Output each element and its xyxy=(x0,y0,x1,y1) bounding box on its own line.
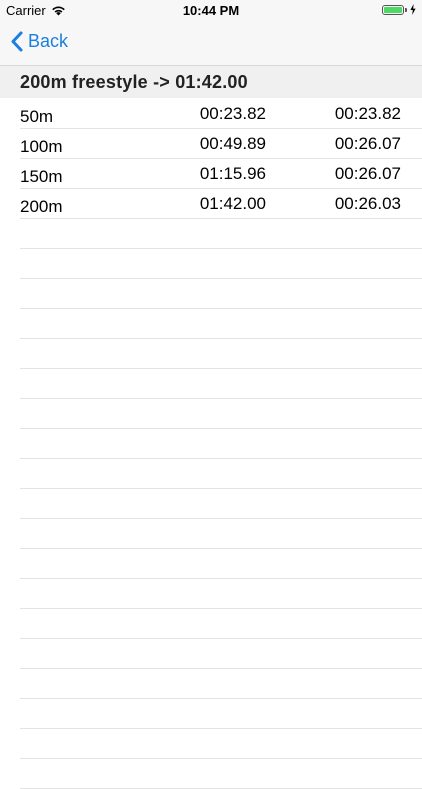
empty-table-row xyxy=(20,219,422,249)
split-time-cell: 00:26.07 xyxy=(334,164,401,183)
distance-cell: 150m xyxy=(20,167,63,186)
empty-table-row xyxy=(20,399,422,429)
splits-table: 50m 00:23.82 00:23.82 100m 00:49.89 00:2… xyxy=(0,99,422,789)
split-time-cell: 00:26.03 xyxy=(334,194,401,213)
empty-table-row xyxy=(20,549,422,579)
section-title: 200m freestyle -> 01:42.00 xyxy=(20,72,248,92)
empty-table-row xyxy=(20,369,422,399)
table-row[interactable]: 200m 01:42.00 00:26.03 xyxy=(20,189,422,219)
cumulative-time-cell: 01:15.96 xyxy=(199,164,266,183)
back-label: Back xyxy=(28,31,69,51)
back-button[interactable]: Back xyxy=(10,31,68,52)
empty-table-row xyxy=(20,669,422,699)
clock: 10:44 PM xyxy=(182,3,240,18)
empty-table-row xyxy=(20,609,422,639)
empty-table-row xyxy=(20,489,422,519)
empty-table-row xyxy=(20,579,422,609)
table-row[interactable]: 150m 01:15.96 00:26.07 xyxy=(20,159,422,189)
empty-table-row xyxy=(20,249,422,279)
distance-cell: 100m xyxy=(20,137,63,156)
empty-table-row xyxy=(20,279,422,309)
cumulative-time-cell: 01:42.00 xyxy=(199,194,266,213)
battery-indicator xyxy=(382,4,416,15)
distance-cell: 50m xyxy=(20,107,54,126)
empty-table-row xyxy=(20,699,422,729)
table-row[interactable]: 50m 00:23.82 00:23.82 xyxy=(20,99,422,129)
empty-table-row xyxy=(20,459,422,489)
section-header: 200m freestyle -> 01:42.00 xyxy=(0,66,422,98)
navigation-bar: Back xyxy=(0,20,422,66)
status-bar: Carrier 10:44 PM xyxy=(0,0,422,20)
empty-table-row xyxy=(20,429,422,459)
distance-cell: 200m xyxy=(20,197,63,216)
empty-table-row xyxy=(20,339,422,369)
battery-icon xyxy=(382,4,404,15)
empty-table-row xyxy=(20,729,422,759)
chevron-left-icon xyxy=(11,31,23,52)
empty-table-row xyxy=(20,639,422,669)
empty-table-row xyxy=(20,519,422,549)
empty-table-row xyxy=(20,309,422,339)
table-row[interactable]: 100m 00:49.89 00:26.07 xyxy=(20,129,422,159)
cumulative-time-cell: 00:23.82 xyxy=(199,104,266,123)
split-time-cell: 00:26.07 xyxy=(334,134,401,153)
charging-bolt-icon xyxy=(410,4,416,15)
cumulative-time-cell: 00:49.89 xyxy=(199,134,266,153)
split-time-cell: 00:23.82 xyxy=(334,104,401,123)
empty-table-row xyxy=(20,759,422,789)
